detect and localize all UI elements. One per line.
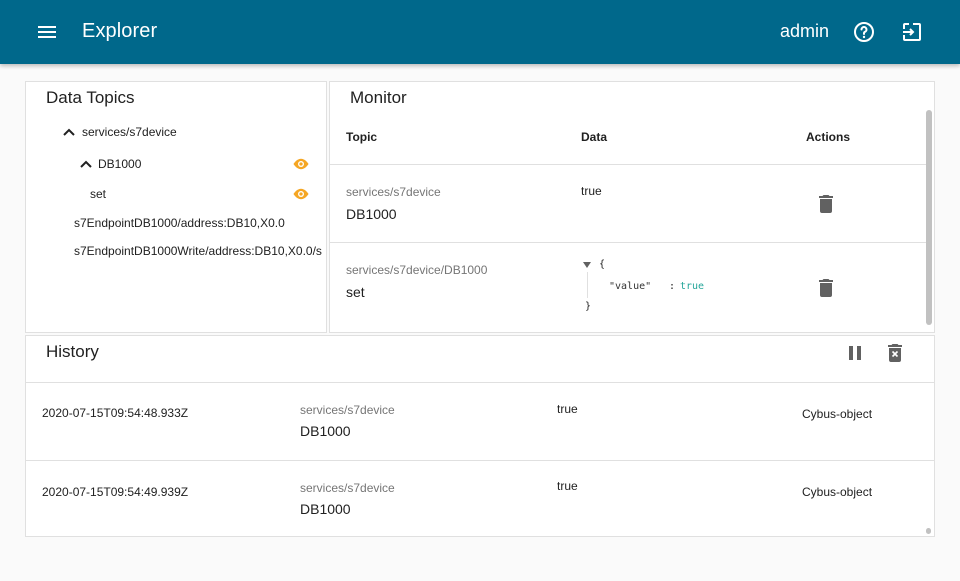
- history-source: Cybus-object: [802, 407, 873, 421]
- monitor-scrollbar[interactable]: [926, 110, 932, 325]
- divider: [26, 460, 934, 461]
- collapse-triangle-icon[interactable]: [583, 262, 591, 268]
- delete-icon[interactable]: [814, 192, 838, 216]
- history-title: History: [46, 342, 99, 361]
- tree-item-endpoint-write[interactable]: s7EndpointDB1000Write/address:DB10,X0.0/…: [74, 244, 326, 258]
- data-value: true: [557, 402, 578, 416]
- tree-item-label: set: [90, 187, 107, 201]
- menu-icon[interactable]: [36, 21, 60, 43]
- history-source: Cybus-object: [802, 485, 873, 499]
- tree-item-endpoint-read[interactable]: s7EndpointDB1000/address:DB10,X0.0: [74, 216, 285, 230]
- history-timestamp: 2020-07-15T09:54:48.933Z: [42, 406, 189, 420]
- column-header-data[interactable]: Data: [581, 130, 607, 144]
- json-open-brace: {: [599, 259, 606, 270]
- history-scrollbar[interactable]: [926, 528, 931, 534]
- json-close-brace: }: [585, 301, 592, 312]
- chevron-up-icon[interactable]: [62, 125, 76, 139]
- monitor-panel: Monitor Topic Data Actions services/s7de…: [329, 81, 935, 333]
- column-header-actions: Actions: [806, 130, 851, 144]
- data-value: true: [581, 184, 602, 198]
- divider: [330, 164, 926, 165]
- monitor-title: Monitor: [350, 88, 407, 107]
- help-circle-icon[interactable]: [852, 20, 876, 44]
- topic-name: DB1000: [346, 206, 397, 222]
- pause-icon[interactable]: [843, 341, 867, 365]
- page-title: Explorer: [82, 20, 158, 42]
- topic-name: DB1000: [300, 423, 351, 439]
- topic-name: DB1000: [300, 501, 351, 517]
- delete-icon[interactable]: [814, 276, 838, 300]
- chevron-up-icon[interactable]: [79, 157, 93, 171]
- topic-path: services/s7device: [346, 185, 441, 199]
- exit-to-app-icon[interactable]: [900, 20, 924, 44]
- topic-name: set: [346, 284, 365, 300]
- json-viewer: { "value" : true }: [581, 259, 741, 315]
- json-value: true: [680, 281, 705, 292]
- divider: [26, 382, 934, 383]
- data-topics-panel: Data Topics services/s7device DB1000 set…: [25, 81, 327, 333]
- column-header-topic[interactable]: Topic: [346, 130, 377, 144]
- data-value: true: [557, 479, 578, 493]
- data-topics-title: Data Topics: [46, 88, 135, 107]
- user-name: admin: [780, 21, 830, 41]
- json-colon: :: [669, 281, 676, 292]
- history-panel: History 2020-07-15T09:54:48.933Z service…: [25, 335, 935, 537]
- eye-icon[interactable]: [292, 155, 310, 173]
- app-bar: Explorer admin: [0, 0, 960, 64]
- tree-item-label: DB1000: [98, 157, 142, 171]
- topic-path: services/s7device: [300, 481, 395, 495]
- json-key: "value": [609, 281, 652, 292]
- json-indent-guide: [587, 272, 588, 298]
- tree-item-label: services/s7device: [82, 125, 177, 139]
- divider: [330, 242, 926, 243]
- topic-path: services/s7device: [300, 403, 395, 417]
- delete-sweep-icon[interactable]: [883, 341, 907, 365]
- history-timestamp: 2020-07-15T09:54:49.939Z: [42, 485, 189, 499]
- topic-path: services/s7device/DB1000: [346, 263, 488, 277]
- eye-icon[interactable]: [292, 185, 310, 203]
